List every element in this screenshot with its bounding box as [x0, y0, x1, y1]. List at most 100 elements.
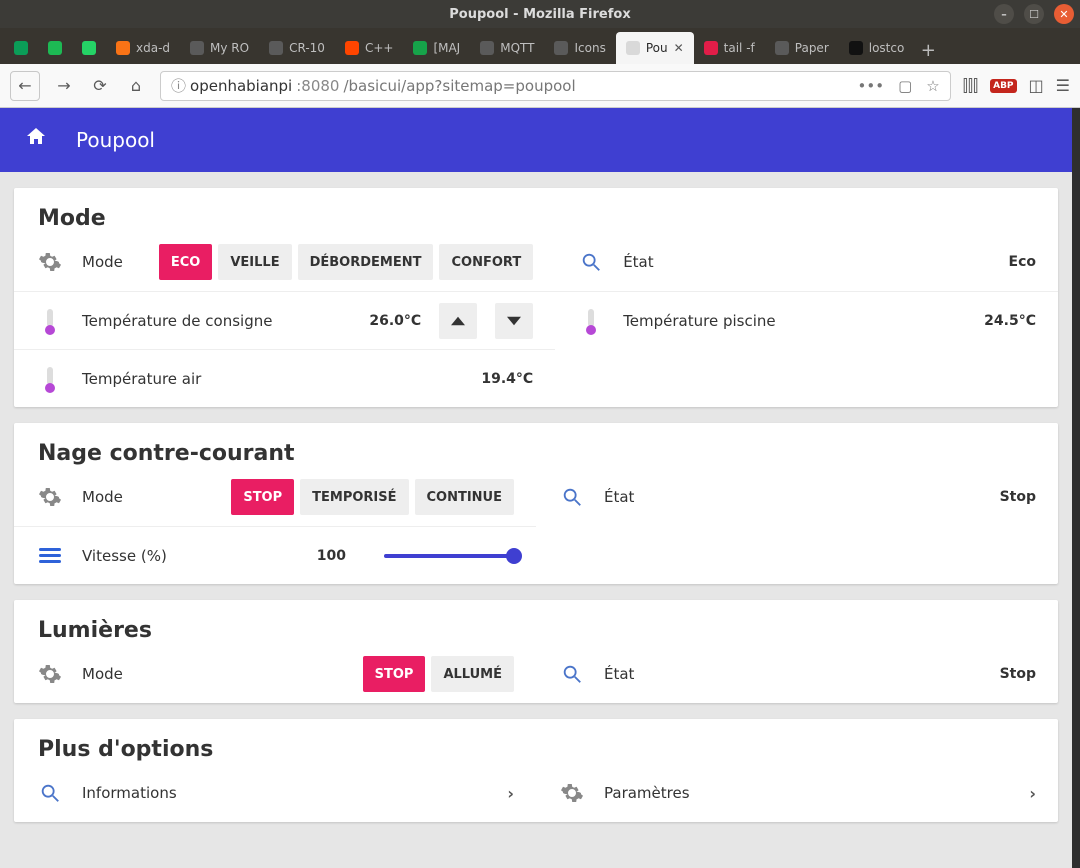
browser-tab[interactable]: Icons [544, 32, 615, 64]
browser-tab[interactable]: My RO [180, 32, 259, 64]
browser-tab[interactable]: Pou✕ [616, 32, 694, 64]
tab-label: tail -f [724, 41, 755, 55]
browser-toolbar: ← → ⟳ ⌂ ⓘ openhabianpi:8080/basicui/app?… [0, 64, 1080, 108]
app-title: Poupool [76, 128, 155, 152]
page-actions-icon[interactable]: ••• [858, 77, 885, 95]
tab-favicon [14, 41, 28, 55]
nage-stop-button[interactable]: STOP [231, 479, 294, 515]
bookmark-star-icon[interactable]: ☆ [926, 77, 939, 95]
informations-label: Informations [82, 784, 177, 802]
tab-label: lostco [869, 41, 905, 55]
tab-favicon [626, 41, 640, 55]
app-home-icon[interactable] [24, 125, 48, 155]
card-nage-title: Nage contre-courant [14, 423, 1058, 468]
air-temp-value: 19.4°C [481, 371, 533, 387]
lum-etat-value: Stop [1000, 666, 1036, 682]
card-lumieres-title: Lumières [14, 600, 1058, 645]
url-path: /basicui/app?sitemap=poupool [343, 77, 575, 95]
browser-tab[interactable]: tail -f [694, 32, 765, 64]
tab-favicon [849, 41, 863, 55]
thermometer-icon [36, 365, 64, 393]
vitesse-slider[interactable] [384, 554, 514, 558]
window-maximize-button[interactable]: ☐ [1024, 4, 1044, 24]
app-header: Poupool [0, 108, 1072, 172]
adblock-icon[interactable]: ABP [990, 79, 1016, 93]
mode-debordement-button[interactable]: DÉBORDEMENT [298, 244, 434, 280]
link-informations[interactable]: Informations › [14, 764, 536, 822]
nage-temporise-button[interactable]: TEMPORISÉ [300, 479, 408, 515]
slider-thumb[interactable] [506, 548, 522, 564]
tab-favicon [413, 41, 427, 55]
nav-reload-button[interactable]: ⟳ [88, 74, 112, 98]
mode-label: Mode [82, 253, 123, 271]
tab-favicon [190, 41, 204, 55]
pool-temp-label: Température piscine [623, 312, 775, 330]
lum-mode-label: Mode [82, 665, 123, 683]
window-minimize-button[interactable]: – [994, 4, 1014, 24]
sidebar-icon[interactable]: ◫ [1029, 76, 1044, 95]
tab-favicon [480, 41, 494, 55]
browser-tab[interactable]: C++ [335, 32, 404, 64]
nav-forward-button[interactable]: → [52, 74, 76, 98]
tab-label: Icons [574, 41, 605, 55]
window-title: Poupool - Mozilla Firefox [449, 7, 630, 22]
tab-label: [MAJ [433, 41, 460, 55]
browser-tab[interactable]: lostco [839, 32, 915, 64]
mode-eco-button[interactable]: ECO [159, 244, 212, 280]
lum-etat-label: État [604, 665, 634, 683]
card-mode: Mode Mode ECO VEILLE DÉBORDEMENT CONFORT [14, 188, 1058, 407]
url-bar[interactable]: ⓘ openhabianpi:8080/basicui/app?sitemap=… [160, 71, 951, 101]
tab-favicon [82, 41, 96, 55]
browser-tabstrip: xda-d My RO CR-10 C++ [MAJ MQTT Icons Pou✕ tail … [0, 28, 1080, 64]
card-mode-title: Mode [14, 188, 1058, 233]
nav-back-button[interactable]: ← [10, 71, 40, 101]
site-info-icon[interactable]: ⓘ [171, 75, 186, 96]
browser-tab[interactable] [38, 32, 72, 64]
chevron-right-icon: › [1029, 784, 1036, 803]
tab-favicon [775, 41, 789, 55]
browser-tab[interactable]: MQTT [470, 32, 544, 64]
gear-icon [558, 779, 586, 807]
url-port: :8080 [296, 77, 339, 95]
magnifier-icon [558, 660, 586, 688]
tab-label: Paper [795, 41, 829, 55]
hamburger-menu-icon[interactable]: ☰ [1056, 76, 1070, 95]
lum-stop-button[interactable]: STOP [363, 656, 426, 692]
nage-continue-button[interactable]: CONTINUE [415, 479, 515, 515]
gear-icon [36, 660, 64, 688]
card-nage: Nage contre-courant Mode STOP TEMPORISÉ … [14, 423, 1058, 584]
mode-confort-button[interactable]: CONFORT [439, 244, 533, 280]
browser-tab[interactable]: CR-10 [259, 32, 335, 64]
tab-favicon [116, 41, 130, 55]
window-close-button[interactable]: ✕ [1054, 4, 1074, 24]
reader-mode-icon[interactable]: ▢ [898, 77, 912, 95]
thermometer-icon [577, 307, 605, 335]
browser-tab[interactable]: Paper [765, 32, 839, 64]
link-parametres[interactable]: Paramètres › [536, 764, 1058, 822]
tab-close-icon[interactable]: ✕ [674, 41, 684, 55]
mode-veille-button[interactable]: VEILLE [218, 244, 291, 280]
browser-tab[interactable] [4, 32, 38, 64]
tab-label: CR-10 [289, 41, 325, 55]
etat-value: Eco [1009, 254, 1036, 270]
browser-tab[interactable]: xda-d [106, 32, 180, 64]
library-icon[interactable]: ⫿⫿⫿ [963, 76, 978, 96]
vitesse-label: Vitesse (%) [82, 547, 167, 565]
lum-allume-button[interactable]: ALLUMÉ [431, 656, 514, 692]
card-lumieres: Lumières Mode STOP ALLUMÉ État [14, 600, 1058, 703]
chevron-right-icon: › [507, 784, 514, 803]
card-plus: Plus d'options Informations › Paramètres… [14, 719, 1058, 822]
air-temp-label: Température air [82, 370, 201, 388]
setpoint-down-button[interactable] [495, 303, 533, 339]
tab-label: My RO [210, 41, 249, 55]
new-tab-button[interactable]: + [914, 36, 942, 64]
gear-icon [36, 483, 64, 511]
browser-tab[interactable]: [MAJ [403, 32, 470, 64]
window-titlebar: Poupool - Mozilla Firefox – ☐ ✕ [0, 0, 1080, 28]
setpoint-up-button[interactable] [439, 303, 477, 339]
tab-label: MQTT [500, 41, 534, 55]
nav-home-button[interactable]: ⌂ [124, 74, 148, 98]
tab-favicon [704, 41, 718, 55]
page-viewport[interactable]: Poupool Mode Mode ECO VEILLE DÉBORDEMENT… [0, 108, 1072, 868]
browser-tab[interactable] [72, 32, 106, 64]
